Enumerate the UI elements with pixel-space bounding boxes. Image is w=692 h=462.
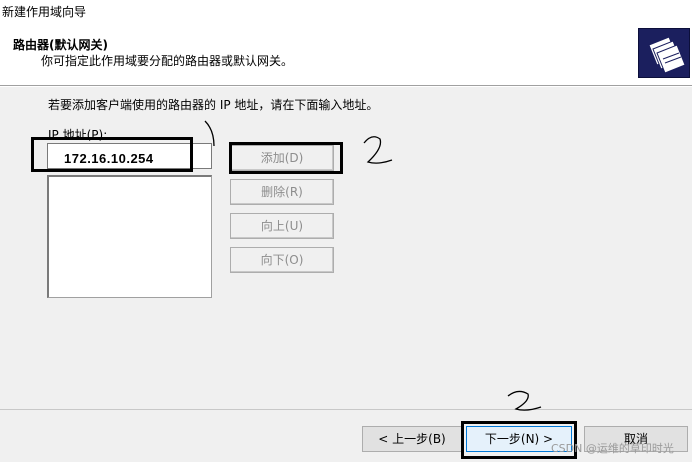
move-down-button[interactable]: 向下(O) [230, 247, 334, 273]
page-title: 路由器(默认网关) [13, 38, 108, 52]
back-button[interactable]: < 上一步(B) [362, 426, 462, 452]
remove-button[interactable]: 删除(R) [230, 179, 334, 205]
window-title: 新建作用域向导 [2, 5, 87, 19]
wizard-body: 若要添加客户端使用的路由器的 IP 地址，请在下面输入地址。 IP 地址(P):… [0, 87, 692, 409]
router-address-list[interactable] [47, 175, 212, 298]
wizard-header: 路由器(默认网关) 你可指定此作用域要分配的路由器或默认网关。 [0, 24, 692, 86]
instruction-text: 若要添加客户端使用的路由器的 IP 地址，请在下面输入地址。 [48, 98, 379, 112]
folder-stack-icon [638, 28, 690, 78]
page-subtitle: 你可指定此作用域要分配的路由器或默认网关。 [41, 54, 294, 68]
title-bar: 新建作用域向导 [0, 0, 692, 24]
watermark-text: CSDN @运维的草印时光 [551, 442, 674, 455]
highlight-box-add-button [229, 142, 343, 174]
highlight-box-ip-input [31, 137, 193, 172]
move-up-button[interactable]: 向上(U) [230, 213, 334, 239]
